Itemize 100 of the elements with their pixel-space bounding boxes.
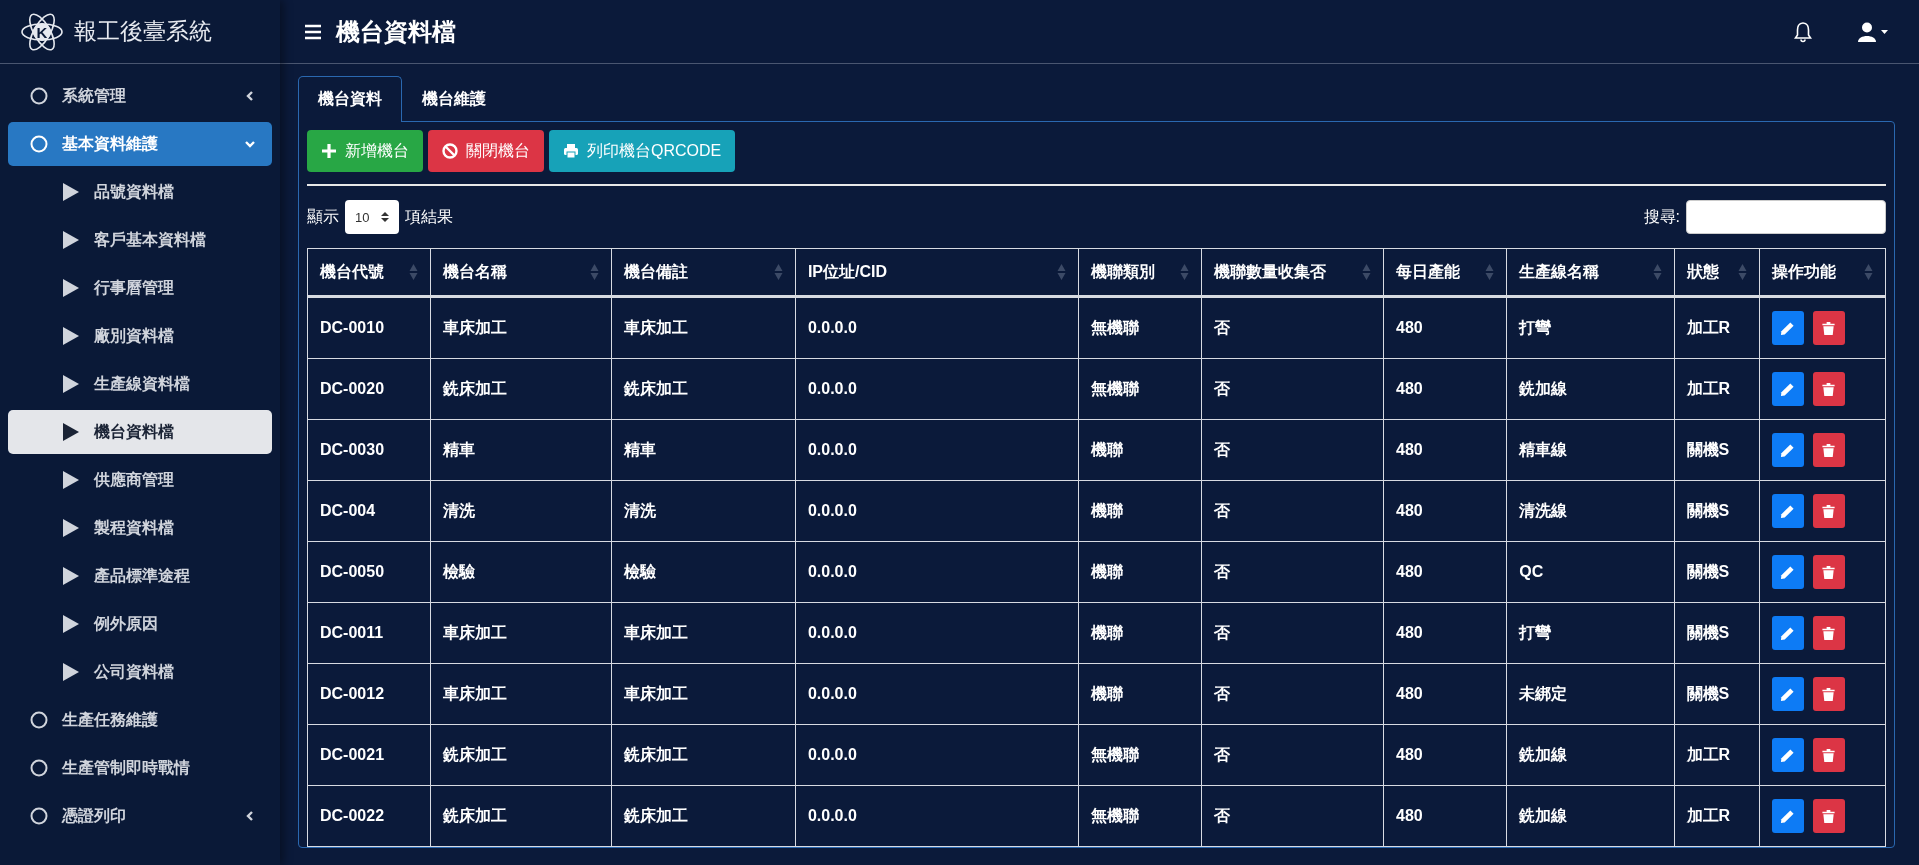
show-label: 顯示: [307, 206, 339, 227]
sort-icon: [1652, 263, 1662, 281]
column-header[interactable]: 每日產能: [1383, 248, 1507, 297]
sidebar-item[interactable]: 品號資料檔: [8, 170, 272, 214]
table-cell: 否: [1201, 663, 1384, 725]
search-field[interactable]: [1686, 200, 1886, 234]
tab[interactable]: 機台資料: [298, 76, 402, 122]
table-cell: 否: [1201, 480, 1384, 542]
pencil-icon: [1780, 625, 1796, 641]
search-label: 搜尋:: [1643, 206, 1680, 227]
table-cell: 0.0.0.0: [795, 602, 1079, 664]
table-cell: 銑加線: [1506, 724, 1674, 786]
edit-button[interactable]: [1771, 677, 1804, 711]
sidebar-item[interactable]: 產品標準途程: [8, 554, 272, 598]
sidebar-item[interactable]: 基本資料維護: [8, 122, 272, 166]
trash-icon: [1821, 625, 1837, 641]
table-cell: 車床加工: [611, 296, 796, 359]
column-header[interactable]: 機聯數量收集否: [1201, 248, 1384, 297]
sidebar-item[interactable]: 例外原因: [8, 602, 272, 646]
trash-icon: [1821, 564, 1837, 580]
delete-button[interactable]: [1812, 494, 1845, 528]
edit-button[interactable]: [1771, 555, 1804, 589]
sidebar-item[interactable]: 公司資料檔: [8, 650, 272, 694]
delete-button[interactable]: [1812, 799, 1845, 833]
delete-button[interactable]: [1812, 372, 1845, 406]
column-header[interactable]: 機台備註: [611, 248, 796, 297]
sidebar-item[interactable]: 生產任務維護: [8, 698, 272, 742]
table-cell: 0.0.0.0: [795, 296, 1079, 359]
table-cell: 加工R: [1674, 358, 1760, 420]
trash-icon: [1821, 503, 1837, 519]
sidebar-item[interactable]: 系統管理: [8, 74, 272, 118]
table-cell: 0.0.0.0: [795, 724, 1079, 786]
table-cell: 機聯: [1078, 541, 1202, 603]
pencil-icon: [1780, 381, 1796, 397]
table-cell: 機聯: [1078, 602, 1202, 664]
column-header[interactable]: 機聯類別: [1078, 248, 1202, 297]
edit-button[interactable]: [1771, 616, 1804, 650]
edit-button[interactable]: [1771, 372, 1804, 406]
table-cell: 車床加工: [611, 602, 796, 664]
pencil-icon: [1780, 320, 1796, 336]
table-cell: DC-0021: [307, 724, 431, 786]
trash-icon: [1821, 442, 1837, 458]
page-title: 機台資料檔: [336, 16, 457, 47]
table-cell: DC-0020: [307, 358, 431, 420]
table-cell: 檢驗: [611, 541, 796, 603]
column-header[interactable]: IP位址/CID: [795, 248, 1079, 297]
sidebar-item[interactable]: 行事曆管理: [8, 266, 272, 310]
sidebar-item[interactable]: 憑證列印: [8, 794, 272, 838]
tab[interactable]: 機台維護: [402, 76, 506, 122]
sidebar-item[interactable]: 生產管制即時戰情: [8, 746, 272, 790]
table-cell: 480: [1383, 663, 1507, 725]
table-cell: 否: [1201, 602, 1384, 664]
menu-icon[interactable]: [304, 23, 322, 40]
sort-icon: [1179, 263, 1189, 281]
sidebar-item[interactable]: 機台資料檔: [8, 410, 272, 454]
edit-button[interactable]: [1771, 799, 1804, 833]
table-cell: 銑床加工: [611, 724, 796, 786]
close-button[interactable]: 關閉機台: [428, 130, 544, 172]
table-cell: 銑加線: [1506, 358, 1674, 420]
table-cell: 未綁定: [1506, 663, 1674, 725]
column-header[interactable]: 操作功能: [1759, 248, 1886, 297]
table-cell: 無機聯: [1078, 785, 1202, 847]
table-cell: 車床加工: [430, 663, 612, 725]
table-cell: DC-0011: [307, 602, 431, 664]
delete-button[interactable]: [1812, 616, 1845, 650]
table-cell: 0.0.0.0: [795, 480, 1079, 542]
edit-button[interactable]: [1771, 738, 1804, 772]
sidebar-item[interactable]: 供應商管理: [8, 458, 272, 502]
circle-icon: [30, 807, 48, 825]
sidebar-item[interactable]: 製程資料檔: [8, 506, 272, 550]
edit-button[interactable]: [1771, 494, 1804, 528]
sidebar-item[interactable]: 生產線資料檔: [8, 362, 272, 406]
table-cell: 銑床加工: [430, 358, 612, 420]
table-cell: 關機S: [1674, 419, 1760, 481]
sidebar-item[interactable]: 客戶基本資料檔: [8, 218, 272, 262]
table-cell: 打彎: [1506, 602, 1674, 664]
delete-button[interactable]: [1812, 738, 1845, 772]
plus-icon: [321, 143, 337, 159]
delete-button[interactable]: [1812, 555, 1845, 589]
column-header[interactable]: 狀態: [1674, 248, 1760, 297]
table-cell: 否: [1201, 724, 1384, 786]
table-cell: 銑床加工: [611, 785, 796, 847]
delete-button[interactable]: [1812, 433, 1845, 467]
user-icon[interactable]: [1857, 21, 1889, 42]
edit-button[interactable]: [1771, 311, 1804, 345]
triangle-icon: [62, 614, 80, 634]
delete-button[interactable]: [1812, 311, 1845, 345]
column-header[interactable]: 機台代號: [307, 248, 431, 297]
table-cell: 加工R: [1674, 724, 1760, 786]
edit-button[interactable]: [1771, 433, 1804, 467]
column-header[interactable]: 生產線名稱: [1506, 248, 1674, 297]
table-cell: DC-0022: [307, 785, 431, 847]
sidebar-item[interactable]: 廠別資料檔: [8, 314, 272, 358]
column-header[interactable]: 機台名稱: [430, 248, 612, 297]
page-size-select[interactable]: 10: [345, 200, 400, 234]
trash-icon: [1821, 686, 1837, 702]
bell-icon[interactable]: [1793, 20, 1813, 43]
triangle-icon: [62, 518, 80, 538]
delete-button[interactable]: [1812, 677, 1845, 711]
sort-icon: [1485, 263, 1495, 281]
